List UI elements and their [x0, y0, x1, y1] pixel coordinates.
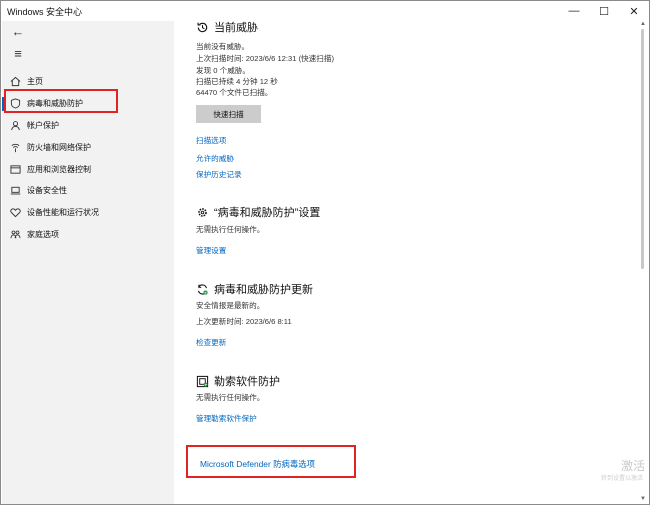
- maximize-button[interactable]: ☐: [589, 1, 619, 21]
- sidebar-nav: 主页 病毒和威胁防护 帐户保护 防火墙和网络保护 应用和浏览器控制 设备安全性 …: [2, 71, 174, 245]
- defender-antivirus-options-link[interactable]: Microsoft Defender 防病毒选项: [200, 458, 315, 470]
- manage-settings-link[interactable]: 管理设置: [196, 245, 226, 256]
- ransomware-heading: 勒索软件防护: [195, 373, 280, 389]
- home-icon: [9, 76, 21, 88]
- browser-icon: [9, 163, 21, 175]
- protection-settings-heading: “病毒和威胁防护”设置: [195, 204, 320, 220]
- title-bar: Windows 安全中心 — ☐ ✕: [1, 1, 649, 21]
- sidebar-item-device-security[interactable]: 设备安全性: [2, 180, 174, 202]
- window-title: Windows 安全中心: [7, 7, 83, 17]
- sidebar-item-label: 防火墙和网络保护: [27, 142, 91, 152]
- sidebar-item-virus-protection[interactable]: 病毒和威胁防护: [2, 93, 174, 115]
- content-scrollbar[interactable]: ▲ ▼: [639, 21, 647, 504]
- security-center-window: Windows 安全中心 — ☐ ✕ ← ≡ 主页 病毒和威胁防护 帐户保护 防…: [0, 0, 650, 505]
- protection-settings-text: 无需执行任何操作。: [196, 225, 265, 234]
- window-controls: — ☐ ✕: [559, 1, 649, 21]
- sidebar-item-label: 设备性能和运行状况: [27, 208, 99, 218]
- threats-found-text: 发现 0 个威胁。: [196, 66, 251, 75]
- wifi-icon: [9, 141, 21, 153]
- sidebar-item-family[interactable]: 家庭选项: [2, 224, 174, 246]
- activation-watermark-sub: 转到设置以激活: [601, 476, 644, 482]
- sidebar-item-label: 帐户保护: [27, 120, 59, 130]
- sidebar-item-label: 应用和浏览器控制: [27, 164, 91, 174]
- threats-title: 当前威胁: [214, 22, 258, 34]
- threat-status-text: 当前没有威胁。: [196, 42, 250, 51]
- scroll-down-arrow-icon[interactable]: ▼: [639, 496, 647, 504]
- quick-scan-button[interactable]: 快速扫描: [196, 105, 261, 123]
- sidebar-item-firewall[interactable]: 防火墙和网络保护: [2, 136, 174, 158]
- updates-title: 病毒和威胁防护更新: [214, 284, 313, 296]
- files-scanned-text: 64470 个文件已扫描。: [196, 88, 273, 97]
- heart-icon: [9, 207, 21, 219]
- activation-watermark: 激活: [621, 459, 646, 473]
- manage-ransomware-link[interactable]: 管理勒索软件保护: [196, 413, 257, 424]
- shield-icon: [9, 98, 21, 110]
- scan-duration-text: 扫描已持续 4 分钟 12 秒: [196, 77, 278, 86]
- scroll-up-arrow-icon[interactable]: ▲: [639, 21, 647, 29]
- sidebar-item-label: 主页: [27, 77, 43, 87]
- history-clock-icon: [195, 20, 209, 34]
- threats-heading: 当前威胁: [195, 19, 258, 35]
- main-content: 当前威胁 当前没有威胁。 上次扫描时间: 2023/6/6 12:31 (快速扫…: [175, 21, 639, 504]
- last-update-text: 上次更新时间: 2023/6/6 8:11: [196, 317, 292, 326]
- ransomware-title: 勒索软件防护: [214, 376, 280, 388]
- refresh-icon: [195, 282, 209, 296]
- updates-status-text: 安全情报是最新的。: [196, 301, 265, 310]
- allowed-threats-link[interactable]: 允许的威胁: [196, 153, 234, 164]
- check-updates-link[interactable]: 检查更新: [196, 337, 226, 348]
- scan-options-link[interactable]: 扫描选项: [196, 135, 226, 146]
- hamburger-menu-button[interactable]: ≡: [9, 45, 27, 61]
- ransomware-folder-icon: [195, 374, 209, 388]
- sidebar-item-device-health[interactable]: 设备性能和运行状况: [2, 202, 174, 224]
- person-icon: [9, 119, 21, 131]
- last-scan-text: 上次扫描时间: 2023/6/6 12:31 (快速扫描): [196, 54, 334, 63]
- ransomware-status-text: 无需执行任何操作。: [196, 393, 265, 402]
- sidebar-item-home[interactable]: 主页: [2, 71, 174, 93]
- minimize-button[interactable]: —: [559, 1, 589, 21]
- sidebar: ← ≡ 主页 病毒和威胁防护 帐户保护 防火墙和网络保护 应用和浏览器控制 设备…: [2, 21, 174, 504]
- sidebar-item-label: 家庭选项: [27, 229, 59, 239]
- sidebar-item-app-browser[interactable]: 应用和浏览器控制: [2, 158, 174, 180]
- sidebar-item-label: 设备安全性: [27, 186, 67, 196]
- close-button[interactable]: ✕: [619, 1, 649, 21]
- settings-shield-icon: [195, 205, 209, 219]
- laptop-icon: [9, 185, 21, 197]
- protection-settings-title: “病毒和威胁防护”设置: [214, 207, 321, 219]
- updates-heading: 病毒和威胁防护更新: [195, 281, 313, 297]
- sidebar-item-account[interactable]: 帐户保护: [2, 115, 174, 137]
- family-icon: [9, 228, 21, 240]
- back-button[interactable]: ←: [9, 23, 27, 39]
- protection-history-link[interactable]: 保护历史记录: [196, 169, 242, 180]
- scrollbar-thumb[interactable]: [641, 29, 644, 269]
- sidebar-item-label: 病毒和威胁防护: [27, 99, 83, 109]
